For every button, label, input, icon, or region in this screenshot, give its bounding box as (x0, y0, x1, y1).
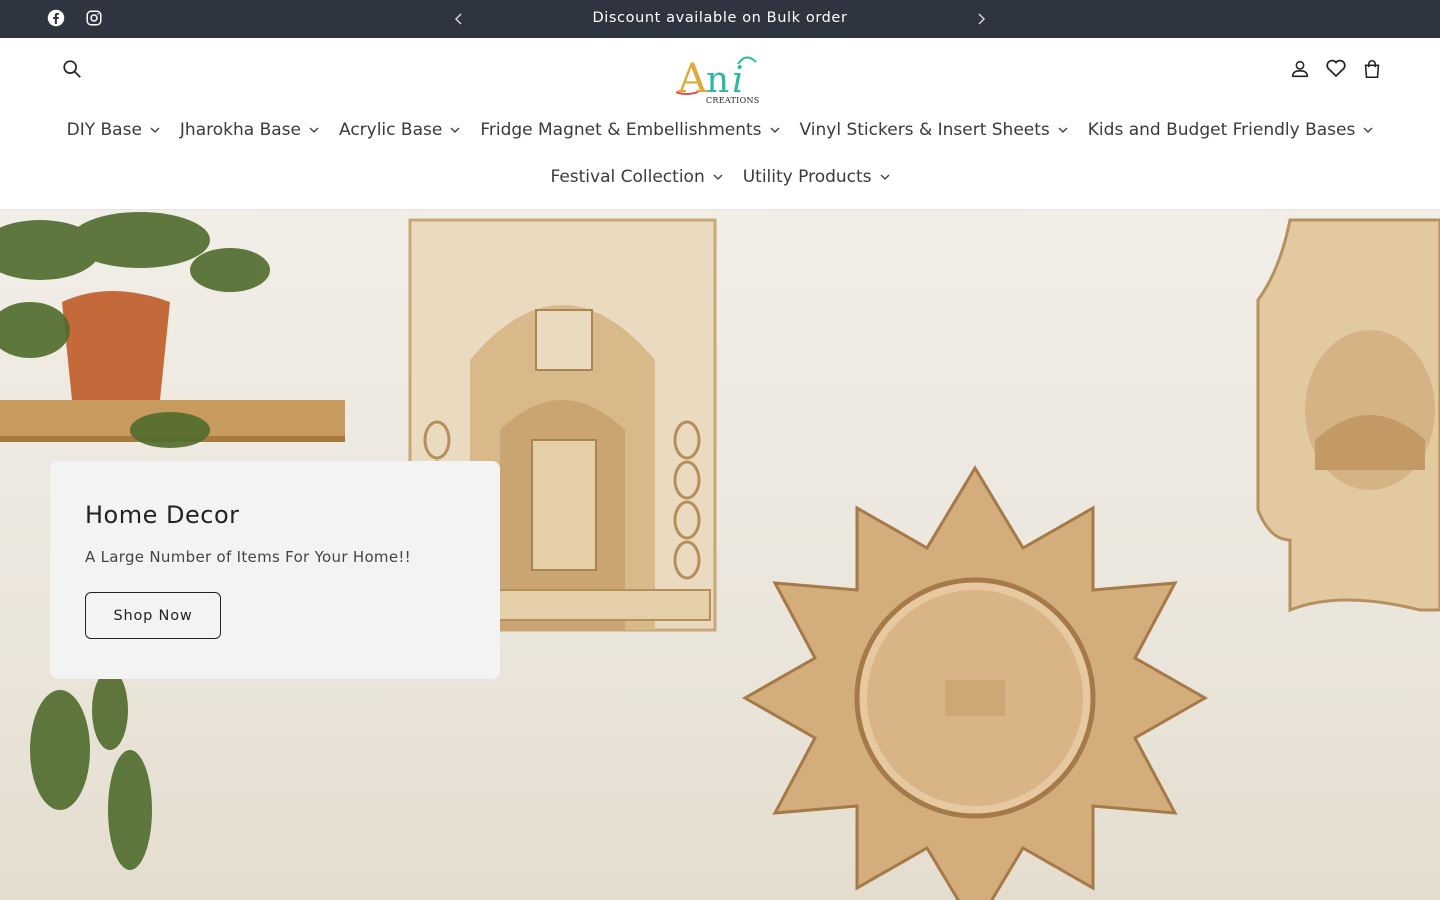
wishlist-button[interactable] (1322, 56, 1350, 84)
nav-item-kids-budget[interactable]: Kids and Budget Friendly Bases (1078, 117, 1384, 143)
main-nav-row-1: DIY Base Jharokha Base Acrylic Base Frid… (0, 117, 1440, 143)
hero-description: A Large Number of Items For Your Home!! (85, 548, 411, 566)
site-header: A n i CREATIONS DIY Base Jharokha Base A… (0, 38, 1440, 210)
search-button[interactable] (58, 57, 86, 85)
chevron-right-icon (976, 10, 986, 29)
heart-icon (1324, 56, 1348, 84)
chevron-down-icon (450, 125, 460, 135)
hero-banner: Home Decor A Large Number of Items For Y… (0, 210, 1440, 900)
svg-text:n: n (706, 60, 729, 101)
hero-title: Home Decor (85, 501, 240, 529)
nav-item-diy-base[interactable]: DIY Base (57, 117, 170, 143)
nav-item-label: DIY Base (66, 120, 142, 140)
nav-item-label: Festival Collection (550, 167, 705, 187)
nav-item-label: Acrylic Base (338, 120, 443, 140)
chevron-left-icon (454, 10, 464, 29)
nav-item-label: Fridge Magnet & Embellishments (480, 120, 762, 140)
announcement-next-button[interactable] (971, 9, 991, 29)
chevron-down-icon (713, 172, 723, 182)
nav-item-festival-collection[interactable]: Festival Collection (540, 164, 732, 190)
nav-item-jharokha-base[interactable]: Jharokha Base (170, 117, 329, 143)
nav-item-label: Vinyl Stickers & Insert Sheets (799, 120, 1050, 140)
chevron-down-icon (1363, 125, 1373, 135)
chevron-down-icon (770, 125, 780, 135)
nav-item-label: Utility Products (742, 167, 872, 187)
nav-item-acrylic-base[interactable]: Acrylic Base (329, 117, 470, 143)
cart-button[interactable] (1358, 57, 1386, 85)
svg-text:A: A (677, 56, 708, 102)
account-button[interactable] (1286, 57, 1314, 85)
svg-text:i: i (732, 60, 742, 101)
hero-card: Home Decor A Large Number of Items For Y… (50, 461, 500, 679)
site-logo[interactable]: A n i CREATIONS (672, 54, 768, 110)
chevron-down-icon (150, 125, 160, 135)
nav-item-label: Jharokha Base (179, 120, 301, 140)
cart-icon (1361, 58, 1383, 84)
chevron-down-icon (1058, 125, 1068, 135)
facebook-icon[interactable] (46, 8, 66, 28)
nav-item-fridge-magnet[interactable]: Fridge Magnet & Embellishments (470, 117, 789, 143)
social-links (46, 8, 104, 28)
nav-item-label: Kids and Budget Friendly Bases (1087, 120, 1356, 140)
announcement-message: Discount available on Bulk order (592, 10, 848, 26)
chevron-down-icon (309, 125, 319, 135)
shop-now-button[interactable]: Shop Now (85, 592, 221, 639)
nav-item-vinyl-stickers[interactable]: Vinyl Stickers & Insert Sheets (790, 117, 1078, 143)
chevron-down-icon (880, 172, 890, 182)
announcement-bar: Discount available on Bulk order (0, 0, 1440, 38)
instagram-icon[interactable] (84, 8, 104, 28)
main-nav-row-2: Festival Collection Utility Products (0, 164, 1440, 190)
nav-item-utility-products[interactable]: Utility Products (733, 164, 900, 190)
search-icon (61, 58, 83, 84)
logo-subtitle: CREATIONS (706, 96, 760, 105)
announcement-prev-button[interactable] (449, 9, 469, 29)
account-icon (1289, 58, 1311, 84)
